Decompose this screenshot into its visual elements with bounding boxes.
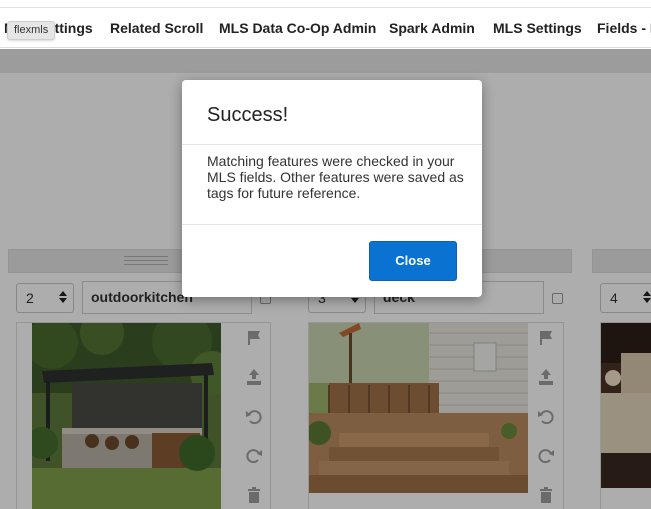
close-button[interactable]: Close xyxy=(369,241,457,281)
modal-message: Matching features were checked in your M… xyxy=(207,153,464,201)
nav-item-spark-admin[interactable]: Spark Admin xyxy=(389,20,475,36)
modal-title: Success! xyxy=(207,104,289,126)
success-modal: Success! Matching features were checked … xyxy=(182,80,482,297)
modal-footer-divider xyxy=(182,224,482,225)
nav-top-divider xyxy=(0,7,651,8)
nav-item-mls-settings-2[interactable]: MLS Settings xyxy=(493,20,582,36)
nav-item-mls-data-coop-admin[interactable]: MLS Data Co-Op Admin xyxy=(219,20,376,36)
nav-item-related-scroll[interactable]: Related Scroll xyxy=(110,20,203,36)
top-navigation: MLS Settings Related Scroll MLS Data Co-… xyxy=(0,0,651,48)
modal-header-divider xyxy=(182,144,482,145)
nav-item-fields[interactable]: Fields - D xyxy=(597,20,651,36)
tooltip: flexmls xyxy=(7,21,56,40)
